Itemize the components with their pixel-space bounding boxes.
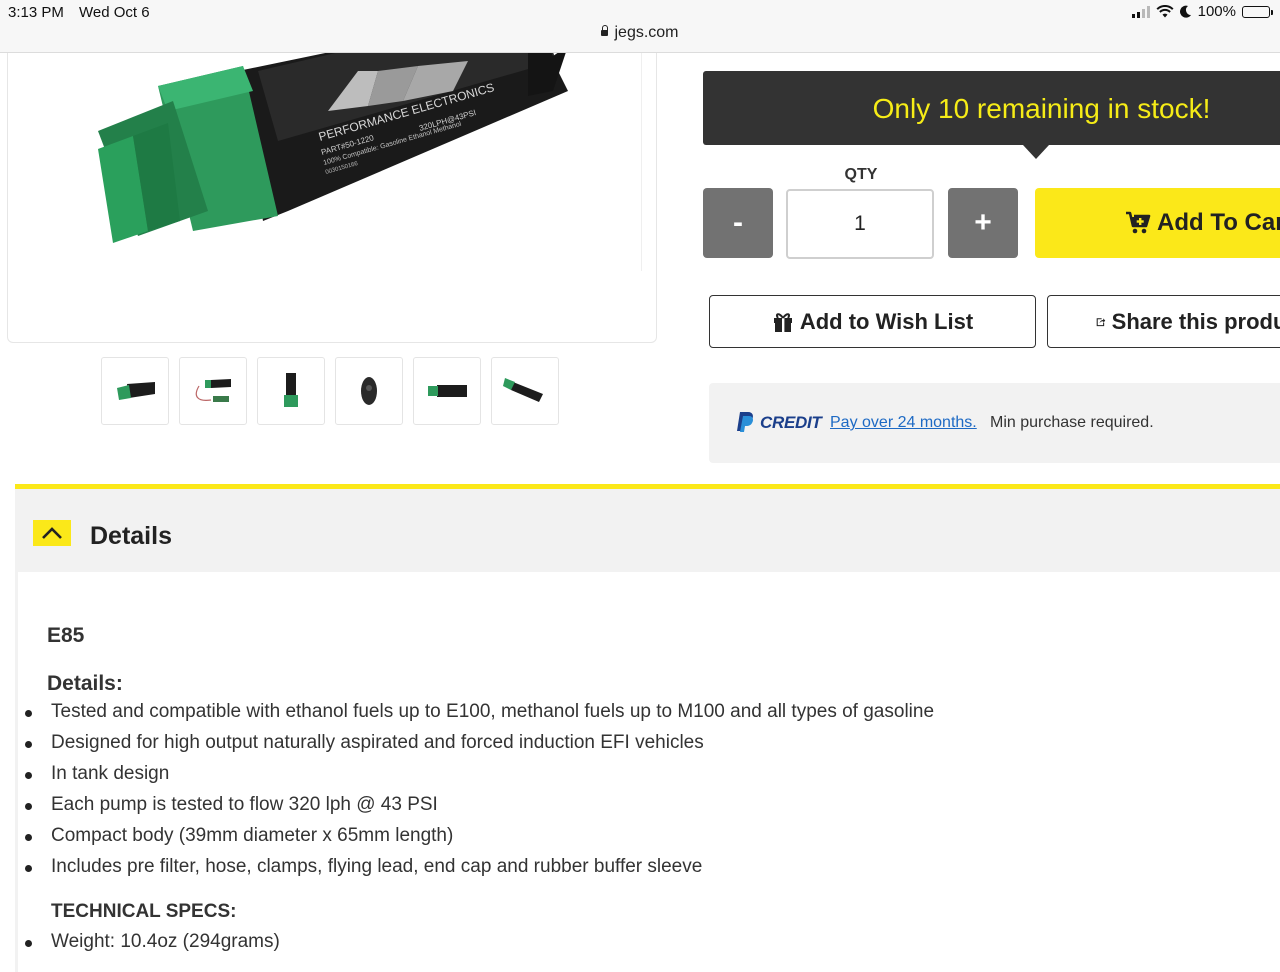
fuel-type-heading: E85 (47, 624, 85, 647)
share-label: Share this product (1111, 308, 1280, 334)
stock-message: Only 10 remaining in stock! (872, 93, 1211, 124)
technical-specs-list: Weight: 10.4oz (294grams) (0, 928, 280, 959)
paypal-logo-icon (737, 412, 753, 432)
thumbnail-1[interactable] (101, 357, 169, 425)
details-section-title: Details (90, 522, 172, 550)
thumbnail-5[interactable] (413, 357, 481, 425)
battery-percent: 100% (1197, 3, 1236, 20)
paypal-credit-label: CREDIT (760, 413, 822, 432)
fuel-pump-image: PERFORMANCE ELECTRONICS PART#50-1220 320… (98, 31, 568, 243)
thumbnail-6[interactable] (491, 357, 559, 425)
add-to-cart-button[interactable]: Add To Cart (1035, 188, 1280, 258)
qty-decrease-button[interactable]: - (703, 188, 773, 258)
list-item: Compact body (39mm diameter x 65mm lengt… (0, 822, 934, 853)
share-product-button[interactable]: Share this product (1047, 295, 1280, 348)
paypal-credit-banner: CREDIT Pay over 24 months. Min purchase … (709, 383, 1280, 463)
battery-icon (1242, 5, 1273, 18)
status-bar: 3:13 PM Wed Oct 6 100% jegs.com (0, 0, 1280, 53)
collapse-toggle[interactable] (33, 520, 71, 546)
paypal-pay-over-link[interactable]: Pay over 24 months. (830, 414, 977, 432)
thumbnail-2[interactable] (179, 357, 247, 425)
product-image-panel[interactable]: PERFORMANCE ELECTRONICS PART#50-1220 320… (7, 30, 657, 343)
list-item: Weight: 10.4oz (294grams) (0, 928, 280, 959)
list-item: Each pump is tested to flow 320 lph @ 43… (0, 791, 934, 822)
wifi-icon (1156, 5, 1174, 18)
gift-icon (773, 312, 792, 332)
list-item: Tested and compatible with ethanol fuels… (0, 698, 934, 729)
details-list: Tested and compatible with ethanol fuels… (0, 698, 934, 884)
details-accordion-header[interactable]: Details (15, 484, 1280, 572)
thumbnail-3[interactable] (257, 357, 325, 425)
list-item: Designed for high output naturally aspir… (0, 729, 934, 760)
status-indicators: 100% (1131, 3, 1273, 20)
details-subheading: Details: (47, 672, 123, 695)
list-item: Includes pre filter, hose, clamps, flyin… (0, 853, 934, 884)
lock-icon (601, 25, 609, 36)
paypal-min-note: Min purchase required. (990, 414, 1154, 431)
qty-increase-button[interactable]: + (948, 188, 1018, 258)
wish-list-label: Add to Wish List (799, 308, 974, 334)
status-date: Wed Oct 6 (79, 4, 150, 21)
technical-specs-heading: TECHNICAL SPECS: (51, 901, 237, 922)
qty-label: QTY (844, 166, 878, 183)
address-bar[interactable]: jegs.com (0, 24, 1280, 42)
stock-banner: Only 10 remaining in stock! (703, 71, 1280, 145)
stock-banner-pointer (1023, 145, 1049, 159)
moon-icon (1179, 5, 1191, 18)
url-text: jegs.com (614, 24, 679, 41)
list-item: In tank design (0, 760, 934, 791)
share-icon (1096, 317, 1106, 326)
qty-input[interactable] (786, 189, 934, 259)
chevron-up-icon (42, 527, 62, 539)
add-to-wish-list-button[interactable]: Add to Wish List (709, 295, 1036, 348)
status-time: 3:13 PM (8, 4, 64, 21)
cellular-signal-icon (1131, 5, 1150, 18)
cart-plus-icon (1126, 211, 1151, 234)
thumbnail-strip (101, 357, 559, 425)
add-to-cart-label: Add To Cart (1157, 209, 1280, 236)
thumbnail-4[interactable] (335, 357, 403, 425)
